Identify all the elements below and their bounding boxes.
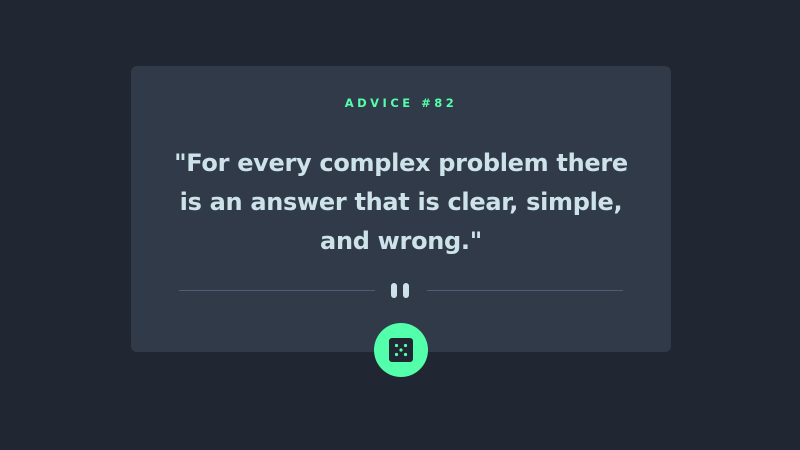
advice-number-label: ADVICE #82 bbox=[344, 96, 458, 110]
pause-bar-right bbox=[403, 283, 409, 298]
dice-icon bbox=[389, 338, 413, 362]
advice-card: ADVICE #82 "For every complex problem th… bbox=[131, 66, 671, 352]
divider-line-right bbox=[427, 290, 623, 291]
pause-bar-left bbox=[391, 283, 397, 298]
advice-quote: "For every complex problem there is an a… bbox=[174, 149, 628, 255]
divider bbox=[179, 283, 623, 298]
divider-line-left bbox=[179, 290, 375, 291]
advice-app: ADVICE #82 "For every complex problem th… bbox=[0, 0, 800, 450]
new-advice-button[interactable] bbox=[374, 323, 428, 377]
pause-icon bbox=[389, 283, 413, 298]
